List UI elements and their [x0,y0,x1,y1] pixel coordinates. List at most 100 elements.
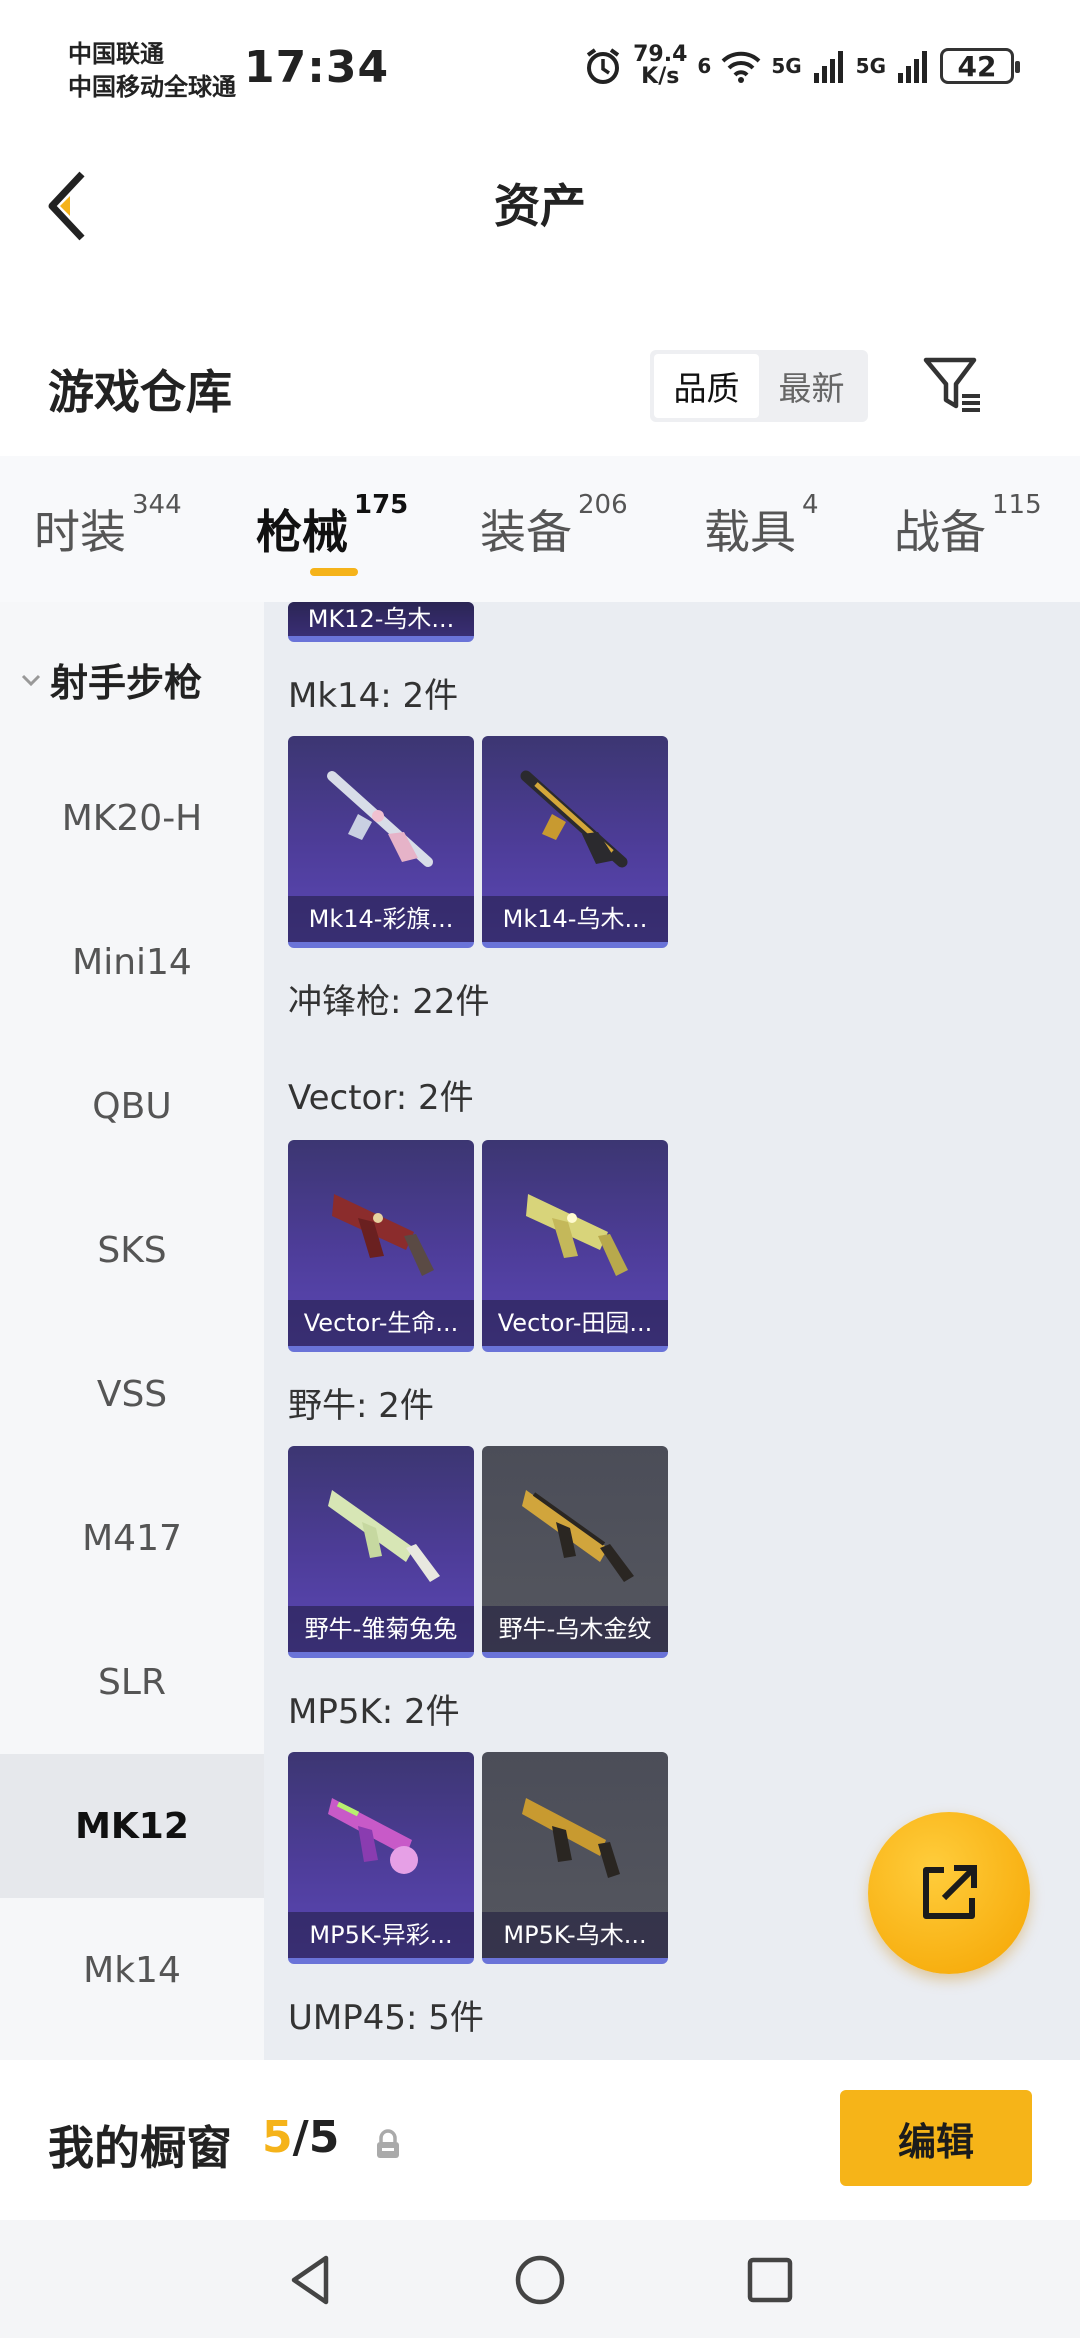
section-label: Mk14: 2件 [288,676,459,716]
weapon-card[interactable]: 野牛-雏菊兔兔 [288,1446,474,1658]
sidebar-item-m417[interactable]: M417 [0,1466,264,1610]
tab-label: 战备 [894,505,986,559]
alarm-icon [586,48,620,84]
tab-count: 115 [992,490,1042,520]
smg-skin-icon [332,1194,434,1276]
battery-icon: 42 [940,48,1020,84]
smg-skin-icon [328,1490,440,1582]
tab-equipment[interactable]: 装备 206 [480,490,628,562]
sidebar-group-label: 射手步枪 [50,661,203,705]
nav-recents-icon[interactable] [740,2250,800,2310]
sort-latest-button[interactable]: 最新 [759,354,864,418]
tab-vehicles[interactable]: 载具 4 [704,490,819,562]
status-icons: 79.4 K/s 6 5G 5G 42 [583,44,1020,88]
nav-back-icon[interactable] [280,2250,340,2310]
share-external-icon [923,1865,977,1919]
weapon-card-name: 野牛-乌木金纹 [482,1606,668,1652]
tab-label: 装备 [480,505,572,559]
nav-home-icon[interactable] [510,2250,570,2310]
tab-firearms[interactable]: 枪械 175 [256,490,408,562]
signal-icon-1 [813,51,843,83]
signal-icon-2 [898,51,927,83]
section-label: UMP45: 5件 [288,1998,484,2038]
status-bar: 中国联通 中国移动全球通 17:34 79.4 K/s 6 5G 5G 42 [0,0,1080,130]
weapon-card[interactable]: Mk14-乌木... [482,736,668,948]
weapon-card[interactable]: MP5K-异彩... [288,1752,474,1964]
sidebar-item-mk14[interactable]: Mk14 [0,1898,264,2042]
share-button[interactable] [868,1812,1030,1974]
weapon-card[interactable]: MP5K-乌木... [482,1752,668,1964]
tab-count: 344 [132,490,182,520]
tab-label: 载具 [704,505,796,559]
section-label: Vector: 2件 [288,1078,474,1118]
weapon-sidebar: 射手步枪 MK20-H Mini14 QBU SKS VSS M417 SLR … [0,602,264,2060]
sort-toggle: 品质 最新 [650,350,868,422]
sidebar-item-slr[interactable]: SLR [0,1610,264,1754]
tab-label: 时装 [34,505,126,559]
page-title: 资产 [494,179,586,233]
weapon-card-name: Vector-生命... [288,1300,474,1346]
weapon-card-name: Vector-田园... [482,1300,668,1346]
sidebar-item-mini14[interactable]: Mini14 [0,890,264,1034]
weapon-card[interactable]: Mk14-彩旗... [288,736,474,948]
smg-skin-icon [328,1798,418,1874]
sim2-label: 5G [855,54,886,78]
net-speed-unit: K/s [641,64,680,89]
filter-icon[interactable] [920,352,984,416]
sidebar-item-qbu[interactable]: QBU [0,1034,264,1178]
weapon-card-name: MP5K-异彩... [288,1912,474,1958]
system-nav-bar [0,2220,1080,2338]
tab-count: 206 [578,490,628,520]
section-label: 冲锋枪: 22件 [288,982,490,1022]
smg-skin-icon [522,1798,620,1878]
tab-supplies[interactable]: 战备 115 [894,490,1042,562]
active-tab-indicator [310,568,358,576]
wifi-icon [721,51,761,83]
sort-quality-button[interactable]: 品质 [654,354,759,418]
section-label: 野牛: 2件 [288,1386,434,1426]
tab-label: 枪械 [256,505,348,559]
rifle-skin-icon [520,770,628,868]
weapon-card-name: Mk14-乌木... [482,896,668,942]
showcase-count: 5/5 [262,2112,339,2163]
carrier-2: 中国移动全球通 [68,73,236,101]
weapon-card-name: Mk14-彩旗... [288,896,474,942]
edit-button[interactable]: 编辑 [840,2090,1032,2186]
net-speed-value: 79.4 [633,42,688,67]
weapon-card-name: 野牛-雏菊兔兔 [288,1606,474,1652]
showcase-current: 5 [262,2112,293,2163]
sim1-label: 5G [771,54,802,78]
showcase-title: 我的橱窗 [48,2121,232,2175]
showcase-total: 5 [308,2112,340,2163]
section-label: MP5K: 2件 [288,1692,460,1732]
sidebar-item-sks[interactable]: SKS [0,1178,264,1322]
showcase-bar: 我的橱窗 5/5 编辑 [0,2060,1080,2220]
net-speed: 79.4 K/s [633,44,687,88]
carrier-info: 中国联通 中国移动全球通 [68,38,236,104]
weapon-card-name: MP5K-乌木... [482,1912,668,1958]
tab-fashion[interactable]: 时装 344 [34,490,182,562]
warehouse-title: 游戏仓库 [48,365,232,419]
tab-count: 4 [802,490,819,520]
smg-skin-icon [526,1194,628,1276]
sidebar-item-vss[interactable]: VSS [0,1322,264,1466]
weapon-card[interactable]: 野牛-乌木金纹 [482,1446,668,1658]
tab-count: 175 [354,490,409,520]
weapon-card[interactable]: MK12-乌木... [288,602,474,642]
sidebar-item-mk20h[interactable]: MK20-H [0,746,264,890]
rifle-skin-icon [327,771,433,867]
battery-level: 42 [957,49,997,83]
wifi-label: 6 [697,54,712,78]
chevron-down-icon [21,674,41,686]
category-tabs: 时装 344 枪械 175 装备 206 载具 4 战备 115 [0,456,1080,602]
weapon-card[interactable]: Vector-田园... [482,1140,668,1352]
sidebar-group-dmr[interactable]: 射手步枪 [20,652,202,707]
showcase-separator: / [292,2112,309,2163]
sidebar-item-mk12[interactable]: MK12 [0,1754,264,1898]
weapon-card[interactable]: Vector-生命... [288,1140,474,1352]
carrier-1: 中国联通 [68,40,164,68]
weapon-card-name: MK12-乌木... [288,602,474,636]
smg-skin-icon [522,1490,634,1582]
lock-icon [377,2129,399,2158]
app-header: 资产 [0,130,1080,280]
